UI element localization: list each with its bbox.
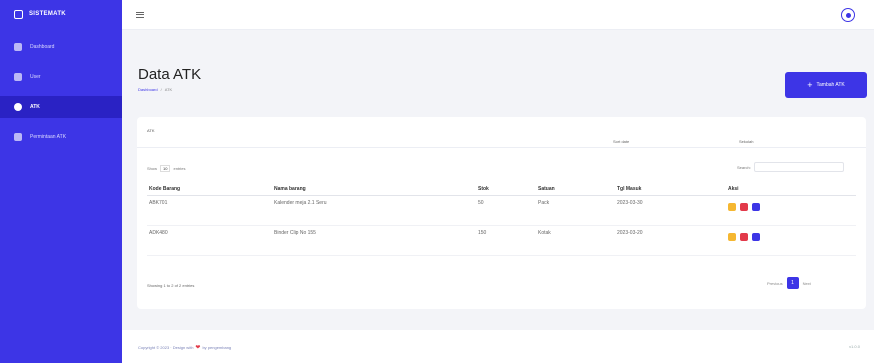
hamburger-icon[interactable] (136, 12, 144, 18)
search-input[interactable] (753, 162, 844, 172)
brand[interactable]: SISTEMATK (0, 0, 122, 28)
breadcrumb-current: ATK (164, 87, 173, 92)
breadcrumb: Dashboard / ATK (138, 87, 172, 92)
footer-version: v1.0.0 (849, 344, 860, 349)
cell-aksi (726, 225, 856, 256)
table-header-row: Kode Barang Nama barang Stok Satuan Tgl … (147, 183, 856, 196)
cell-stok: 50 (476, 195, 536, 226)
topbar (122, 0, 874, 30)
atk-table: Kode Barang Nama barang Stok Satuan Tgl … (147, 183, 856, 256)
col-kode-barang[interactable]: Kode Barang (147, 183, 272, 196)
sort-date-filter[interactable]: Sort date (613, 139, 629, 144)
pagination: Previous 1 Next (767, 277, 811, 289)
cell-tgl: 2023-03-30 (615, 195, 726, 226)
card-header: ATK Sort date Sekolah (137, 117, 866, 148)
view-icon[interactable] (752, 232, 760, 241)
pagination-next[interactable]: Next (803, 281, 811, 286)
document-icon (14, 133, 22, 141)
user-icon (14, 73, 22, 81)
dashboard-icon (14, 43, 22, 51)
sidebar-item-label: Permintaan ATK (30, 134, 67, 140)
sidebar-item-dashboard[interactable]: Dashboard (0, 36, 122, 58)
length-suffix: entries (173, 166, 186, 171)
col-tgl-masuk[interactable]: Tgl Masuk (615, 183, 726, 196)
footer-copyright: Copyright © 2023 · Design with ❤ by peng… (138, 344, 231, 351)
heart-icon: ❤ (195, 345, 201, 351)
cell-aksi (726, 195, 856, 226)
edit-icon[interactable] (728, 232, 736, 241)
sekolah-filter[interactable]: Sekolah (739, 139, 753, 144)
length-select[interactable]: 10 (160, 165, 171, 172)
box-icon (14, 103, 22, 111)
edit-icon[interactable] (728, 202, 736, 211)
page-title: Data ATK (138, 66, 202, 83)
col-nama-barang[interactable]: Nama barang (272, 183, 476, 196)
cell-satuan: Kotak (536, 225, 615, 256)
cell-kode: ADK480 (147, 225, 272, 256)
breadcrumb-separator: / (160, 87, 162, 92)
cell-satuan: Pack (536, 195, 615, 226)
user-circle-icon[interactable] (841, 8, 855, 22)
view-icon[interactable] (752, 202, 760, 211)
sidebar-item-user[interactable]: User (0, 66, 122, 88)
col-aksi: Aksi (726, 183, 856, 196)
brand-name: SISTEMATK (29, 11, 66, 17)
delete-icon[interactable] (740, 202, 748, 211)
cell-tgl: 2023-03-20 (615, 225, 726, 256)
footer: Copyright © 2023 · Design with ❤ by peng… (122, 330, 874, 363)
sidebar-item-label: User (30, 74, 41, 80)
card-title: ATK (147, 128, 155, 133)
add-atk-button[interactable]: + Tambah ATK (785, 72, 867, 98)
footer-author[interactable]: by pengembang (202, 345, 231, 350)
col-stok[interactable]: Stok (476, 183, 536, 196)
length-prefix: Show (147, 166, 158, 171)
pagination-previous[interactable]: Previous (767, 281, 783, 286)
add-atk-label: Tambah ATK (816, 82, 845, 88)
sidebar-item-label: Dashboard (30, 44, 55, 50)
hat-icon (14, 9, 23, 19)
search-control: Search: (737, 162, 844, 172)
footer-text: Copyright © 2023 · Design with (138, 345, 194, 350)
sidebar: SISTEMATK Dashboard User ATK Permintaan … (0, 0, 122, 363)
cell-nama: Binder Clip No 155 (272, 225, 476, 256)
search-label: Search: (737, 164, 751, 170)
breadcrumb-dashboard[interactable]: Dashboard (138, 87, 158, 92)
pagination-page-1[interactable]: 1 (786, 277, 799, 289)
table-info: Showing 1 to 2 of 2 entries (147, 283, 195, 288)
sidebar-item-label: ATK (30, 104, 40, 110)
table-row: ABK701 Kalender meja 2.1 Seru 50 Pack 20… (147, 195, 856, 226)
delete-icon[interactable] (740, 232, 748, 241)
sidebar-item-atk[interactable]: ATK (0, 96, 122, 118)
length-control: Show 10 entries (147, 165, 185, 172)
table-row: ADK480 Binder Clip No 155 150 Kotak 2023… (147, 225, 856, 256)
cell-nama: Kalender meja 2.1 Seru (272, 195, 476, 226)
atk-card: ATK Sort date Sekolah Show 10 entries Se… (137, 117, 866, 309)
cell-stok: 150 (476, 225, 536, 256)
col-satuan[interactable]: Satuan (536, 183, 615, 196)
cell-kode: ABK701 (147, 195, 272, 226)
sidebar-item-permintaan-atk[interactable]: Permintaan ATK (0, 126, 122, 148)
plus-icon: + (807, 79, 813, 90)
